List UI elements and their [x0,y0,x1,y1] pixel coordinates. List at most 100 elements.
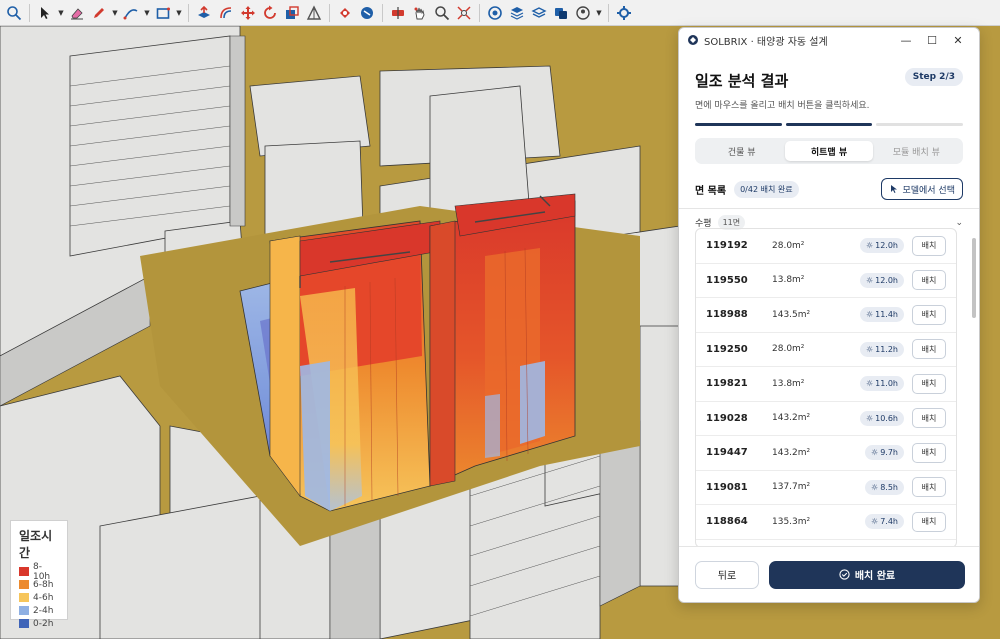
tab-heatmap-view[interactable]: 히트맵 뷰 [785,141,873,161]
progress-segment-3 [876,123,964,126]
instruction-text: 면에 마우스를 올리고 배치 버튼을 클릭하세요. [695,101,870,111]
style-icon[interactable] [529,3,549,23]
pencil-icon[interactable] [89,3,109,23]
toolbar-separator [608,3,609,22]
offset-icon[interactable] [216,3,236,23]
back-button[interactable]: 뒤로 [695,560,759,589]
face-id: 119081 [706,481,748,493]
toolbar-separator [29,3,30,22]
chevron-down-icon[interactable]: ▼ [143,3,151,23]
sun-icon: ☼ [865,241,874,251]
face-id: 118988 [706,309,748,321]
close-button[interactable]: ✕ [945,34,971,47]
face-list-header: 면 목록 0/42 배치 완료 모델에서 선택 [695,178,963,200]
settings-gear-icon[interactable] [614,3,634,23]
list-item[interactable]: 119192 28.0m² ☼ 12.0h 배치 [696,229,956,264]
panel-titlebar: SOLBRIX · 태양광 자동 설계 — ☐ ✕ [679,28,979,52]
shadow-icon[interactable] [551,3,571,23]
layer-icon[interactable] [507,3,527,23]
place-button[interactable]: 배치 [912,373,946,394]
toolbar-separator [382,3,383,22]
sun-hours: 9.7h [880,448,898,458]
sun-hours: 11.2h [875,344,898,354]
sun-hours-badge: ☼ 12.0h [859,272,904,288]
main-toolbar: ▼ ▼ ▼ ▼ ▼ [0,0,1000,26]
solbrix-logo-icon [688,35,698,45]
push-pull-icon[interactable] [194,3,214,23]
measure-icon[interactable] [335,3,355,23]
legend-label: 6-8h [33,579,54,590]
legend-label: 0-2h [33,618,54,629]
place-button[interactable]: 배치 [912,442,946,463]
chevron-down-icon[interactable]: ▼ [111,3,119,23]
place-button[interactable]: 배치 [912,235,946,256]
list-item[interactable]: 118988 143.5m² ☼ 11.4h 배치 [696,298,956,333]
hand-icon[interactable] [410,3,430,23]
tab-building-view[interactable]: 건물 뷰 [698,141,785,161]
place-button[interactable]: 배치 [912,408,946,429]
legend-swatch [19,580,29,589]
face-area: 13.8m² [772,275,805,286]
sunlight-legend: 일조시간 8-10h 6-8h 4-6h 2-4h 0-2h [10,520,68,629]
solbrix-panel: SOLBRIX · 태양광 자동 설계 — ☐ ✕ 일조 분석 결과 Step … [678,27,980,603]
sun-icon: ☼ [865,344,874,354]
select-in-model-button[interactable]: 모델에서 선택 [881,178,963,200]
face-area: 143.2m² [772,413,811,424]
follow-me-icon[interactable] [304,3,324,23]
maximize-button[interactable]: ☐ [919,34,945,47]
legend-swatch [19,593,29,602]
place-button[interactable]: 배치 [912,270,946,291]
sun-hours-badge: ☼ 11.0h [859,376,904,392]
minimize-button[interactable]: — [893,34,919,47]
progress-segment-2 [785,123,873,126]
section-icon[interactable] [388,3,408,23]
legend-item: 8-10h [19,562,59,582]
face-id: 119028 [706,412,748,424]
rectangle-icon[interactable] [153,3,173,23]
list-scrollbar[interactable] [972,238,976,318]
paint-icon[interactable] [357,3,377,23]
legend-item: 6-8h [19,578,59,591]
chevron-down-icon[interactable]: ⌄ [955,218,963,228]
sun-icon: ☼ [865,275,874,285]
check-circle-icon [839,569,850,580]
tab-module-view[interactable]: 모듈 배치 뷰 [873,141,960,161]
line-icon[interactable] [121,3,141,23]
zoom-icon[interactable] [432,3,452,23]
move-icon[interactable] [238,3,258,23]
place-button[interactable]: 배치 [912,477,946,498]
list-item[interactable]: 119550 13.8m² ☼ 12.0h 배치 [696,264,956,298]
complete-placement-button[interactable]: 배치 완료 [769,560,965,589]
chevron-down-icon[interactable]: ▼ [595,3,603,23]
legend-item: 4-6h [19,591,59,604]
select-arrow-icon[interactable] [35,3,55,23]
face-list: 119192 28.0m² ☼ 12.0h 배치 119550 13.8m² ☼ 12.0h 배… [695,228,957,548]
step-progress [695,123,964,126]
toolbar-separator [479,3,480,22]
face-area: 137.7m² [772,482,811,493]
place-button[interactable]: 배치 [912,511,946,532]
face-area: 143.2m² [772,447,811,458]
list-item[interactable]: 119028 143.2m² ☼ 10.6h 배치 [696,402,956,436]
face-id: 119550 [706,274,748,286]
place-button[interactable]: 배치 [912,304,946,325]
list-item[interactable]: 119447 143.2m² ☼ 9.7h 배치 [696,436,956,471]
sun-hours-badge: ☼ 10.6h [859,410,904,426]
complete-placement-label: 배치 완료 [854,571,896,582]
zoom-extents-icon[interactable] [454,3,474,23]
search-icon[interactable] [4,3,24,23]
component-icon[interactable] [485,3,505,23]
place-button[interactable]: 배치 [912,339,946,360]
legend-label: 8-10h [32,561,51,582]
chevron-down-icon[interactable]: ▼ [175,3,183,23]
list-item[interactable]: 118864 135.3m² ☼ 7.4h 배치 [696,505,956,540]
list-item[interactable]: 119081 137.7m² ☼ 8.5h 배치 [696,471,956,505]
account-icon[interactable] [573,3,593,23]
list-item[interactable]: 119821 13.8m² ☼ 11.0h 배치 [696,367,956,402]
eraser-icon[interactable] [67,3,87,23]
chevron-down-icon[interactable]: ▼ [57,3,65,23]
list-item[interactable]: 119250 28.0m² ☼ 11.2h 배치 [696,333,956,367]
sun-icon: ☼ [871,482,879,492]
scale-icon[interactable] [282,3,302,23]
rotate-icon[interactable] [260,3,280,23]
